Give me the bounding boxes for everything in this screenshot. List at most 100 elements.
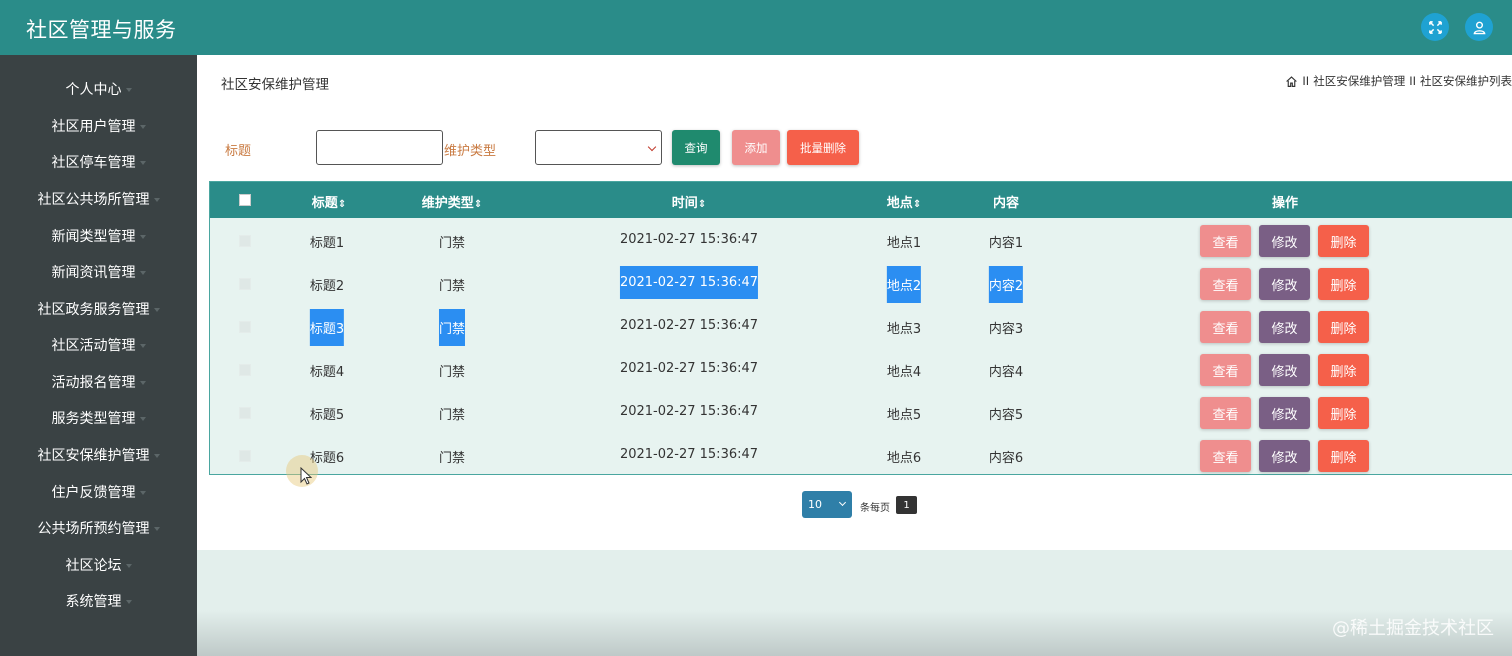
edit-button[interactable]: 修改 (1259, 268, 1310, 300)
column-header-label: 时间 (671, 196, 698, 211)
row-checkbox[interactable] (239, 321, 251, 333)
edit-button[interactable]: 修改 (1259, 354, 1310, 386)
sidebar-item-security[interactable]: 社区安保维护管理 (0, 440, 197, 470)
sidebar-item-news[interactable]: 新闻资讯管理 (0, 257, 197, 287)
table-row: 标题1 门禁 2021-02-27 15:36:47 地点1 内容1 查看 修改… (210, 218, 1512, 261)
sidebar-item-activity-signup[interactable]: 活动报名管理 (0, 367, 197, 397)
maintenance-type-select[interactable] (535, 130, 662, 165)
sidebar-item-label: 活动报名管理 (51, 375, 136, 391)
column-header-label: 维护类型 (421, 196, 474, 211)
edit-button[interactable]: 修改 (1259, 311, 1310, 343)
table-row: 标题3 门禁 2021-02-27 15:36:47 地点3 内容3 查看 修改… (210, 304, 1512, 347)
view-button[interactable]: 查看 (1200, 397, 1251, 429)
column-header-content: 内容 (992, 196, 1020, 211)
cell-time: 2021-02-27 15:36:47 (619, 404, 759, 419)
view-button[interactable]: 查看 (1200, 440, 1251, 472)
cell-type: 门禁 (438, 365, 466, 380)
batch-delete-button[interactable]: 批量删除 (787, 130, 859, 165)
row-checkbox[interactable] (239, 278, 251, 290)
maintenance-type-label: 维护类型 (444, 144, 497, 159)
delete-button[interactable]: 删除 (1318, 311, 1369, 343)
sidebar-item-forum[interactable]: 社区论坛 (0, 550, 197, 580)
page-size-select[interactable]: 10 (802, 491, 852, 518)
sidebar-item-reservations[interactable]: 公共场所预约管理 (0, 513, 197, 543)
sidebar-item-feedback[interactable]: 住户反馈管理 (0, 477, 197, 507)
sidebar-item-news-types[interactable]: 新闻类型管理 (0, 221, 197, 251)
cell-place: 地点5 (886, 408, 922, 423)
row-checkbox[interactable] (239, 450, 251, 462)
sidebar-item-label: 社区用户管理 (51, 119, 136, 135)
sidebar-item-service-types[interactable]: 服务类型管理 (0, 403, 197, 433)
caret-down-icon (139, 271, 146, 275)
bottom-shadow (197, 610, 1512, 656)
delete-button[interactable]: 删除 (1318, 354, 1369, 386)
cell-title: 标题1 (309, 236, 345, 251)
watermark: @稀土掘金技术社区 (1332, 618, 1494, 639)
delete-button[interactable]: 删除 (1318, 397, 1369, 429)
view-button[interactable]: 查看 (1200, 268, 1251, 300)
top-header: 社区管理与服务 (0, 0, 1512, 55)
breadcrumb-level1[interactable]: 社区安保维护管理 (1313, 73, 1405, 89)
caret-down-icon (125, 88, 132, 92)
edit-button[interactable]: 修改 (1259, 397, 1310, 429)
sidebar-item-activities[interactable]: 社区活动管理 (0, 330, 197, 360)
delete-button[interactable]: 删除 (1318, 268, 1369, 300)
sidebar-item-label: 新闻资讯管理 (51, 265, 136, 281)
home-icon[interactable] (1285, 75, 1298, 88)
fullscreen-button[interactable] (1421, 13, 1449, 41)
view-button[interactable]: 查看 (1200, 311, 1251, 343)
sort-icon: ⇕ (912, 199, 922, 210)
sidebar-item-public-places[interactable]: 社区公共场所管理 (0, 184, 197, 214)
mouse-cursor-icon (300, 467, 312, 485)
caret-down-icon (139, 125, 146, 129)
caret-down-icon (139, 344, 146, 348)
page-button[interactable]: 1 (896, 496, 917, 514)
cell-type: 门禁 (438, 236, 466, 251)
delete-button[interactable]: 删除 (1318, 225, 1369, 257)
cell-time: 2021-02-27 15:36:47 (619, 232, 759, 247)
select-all-checkbox[interactable] (239, 194, 251, 206)
edit-button[interactable]: 修改 (1259, 440, 1310, 472)
cell-type: 门禁 (438, 451, 466, 466)
cell-title: 标题3 (309, 309, 345, 346)
column-header-time[interactable]: 时间⇕ (672, 192, 706, 211)
caret-down-icon (139, 161, 146, 165)
query-button[interactable]: 查询 (672, 130, 720, 165)
sidebar-item-label: 住户反馈管理 (51, 485, 136, 501)
page-title: 社区安保维护管理 (221, 77, 329, 93)
column-header-type[interactable]: 维护类型⇕ (422, 192, 482, 211)
cell-content: 内容1 (988, 236, 1024, 251)
sort-icon: ⇕ (473, 199, 483, 210)
data-table: 标题⇕ 维护类型⇕ 时间⇕ 地点⇕ 内容 操作 标题1 门禁 2021-02-2… (209, 181, 1512, 475)
user-button[interactable] (1465, 13, 1493, 41)
add-button[interactable]: 添加 (732, 130, 780, 165)
column-header-place[interactable]: 地点⇕ (887, 192, 921, 211)
cell-time: 2021-02-27 15:36:47 (619, 266, 759, 299)
cell-place: 地点2 (886, 266, 922, 303)
view-button[interactable]: 查看 (1200, 354, 1251, 386)
sidebar-item-parking[interactable]: 社区停车管理 (0, 147, 197, 177)
cell-time: 2021-02-27 15:36:47 (619, 318, 759, 333)
edit-button[interactable]: 修改 (1259, 225, 1310, 257)
view-button[interactable]: 查看 (1200, 225, 1251, 257)
row-checkbox[interactable] (239, 235, 251, 247)
cell-place: 地点3 (886, 322, 922, 337)
caret-down-icon (153, 527, 160, 531)
sidebar-item-gov-services[interactable]: 社区政务服务管理 (0, 294, 197, 324)
delete-button[interactable]: 删除 (1318, 440, 1369, 472)
row-checkbox[interactable] (239, 364, 251, 376)
cell-content: 内容3 (988, 322, 1024, 337)
sidebar-item-personal-center[interactable]: 个人中心 (0, 74, 197, 104)
sidebar-item-users[interactable]: 社区用户管理 (0, 111, 197, 141)
cell-time: 2021-02-27 15:36:47 (619, 361, 759, 376)
table-row: 标题4 门禁 2021-02-27 15:36:47 地点4 内容4 查看 修改… (210, 347, 1512, 390)
cell-title: 标题5 (309, 408, 345, 423)
cell-content: 内容6 (988, 451, 1024, 466)
sidebar-item-system[interactable]: 系统管理 (0, 586, 197, 616)
table-row: 标题6 门禁 2021-02-27 15:36:47 地点6 内容6 查看 修改… (210, 433, 1512, 476)
row-checkbox[interactable] (239, 407, 251, 419)
title-input[interactable] (316, 130, 443, 165)
sidebar-item-label: 公共场所预约管理 (37, 521, 150, 537)
column-header-title[interactable]: 标题⇕ (312, 192, 346, 211)
fullscreen-icon (1428, 20, 1442, 34)
